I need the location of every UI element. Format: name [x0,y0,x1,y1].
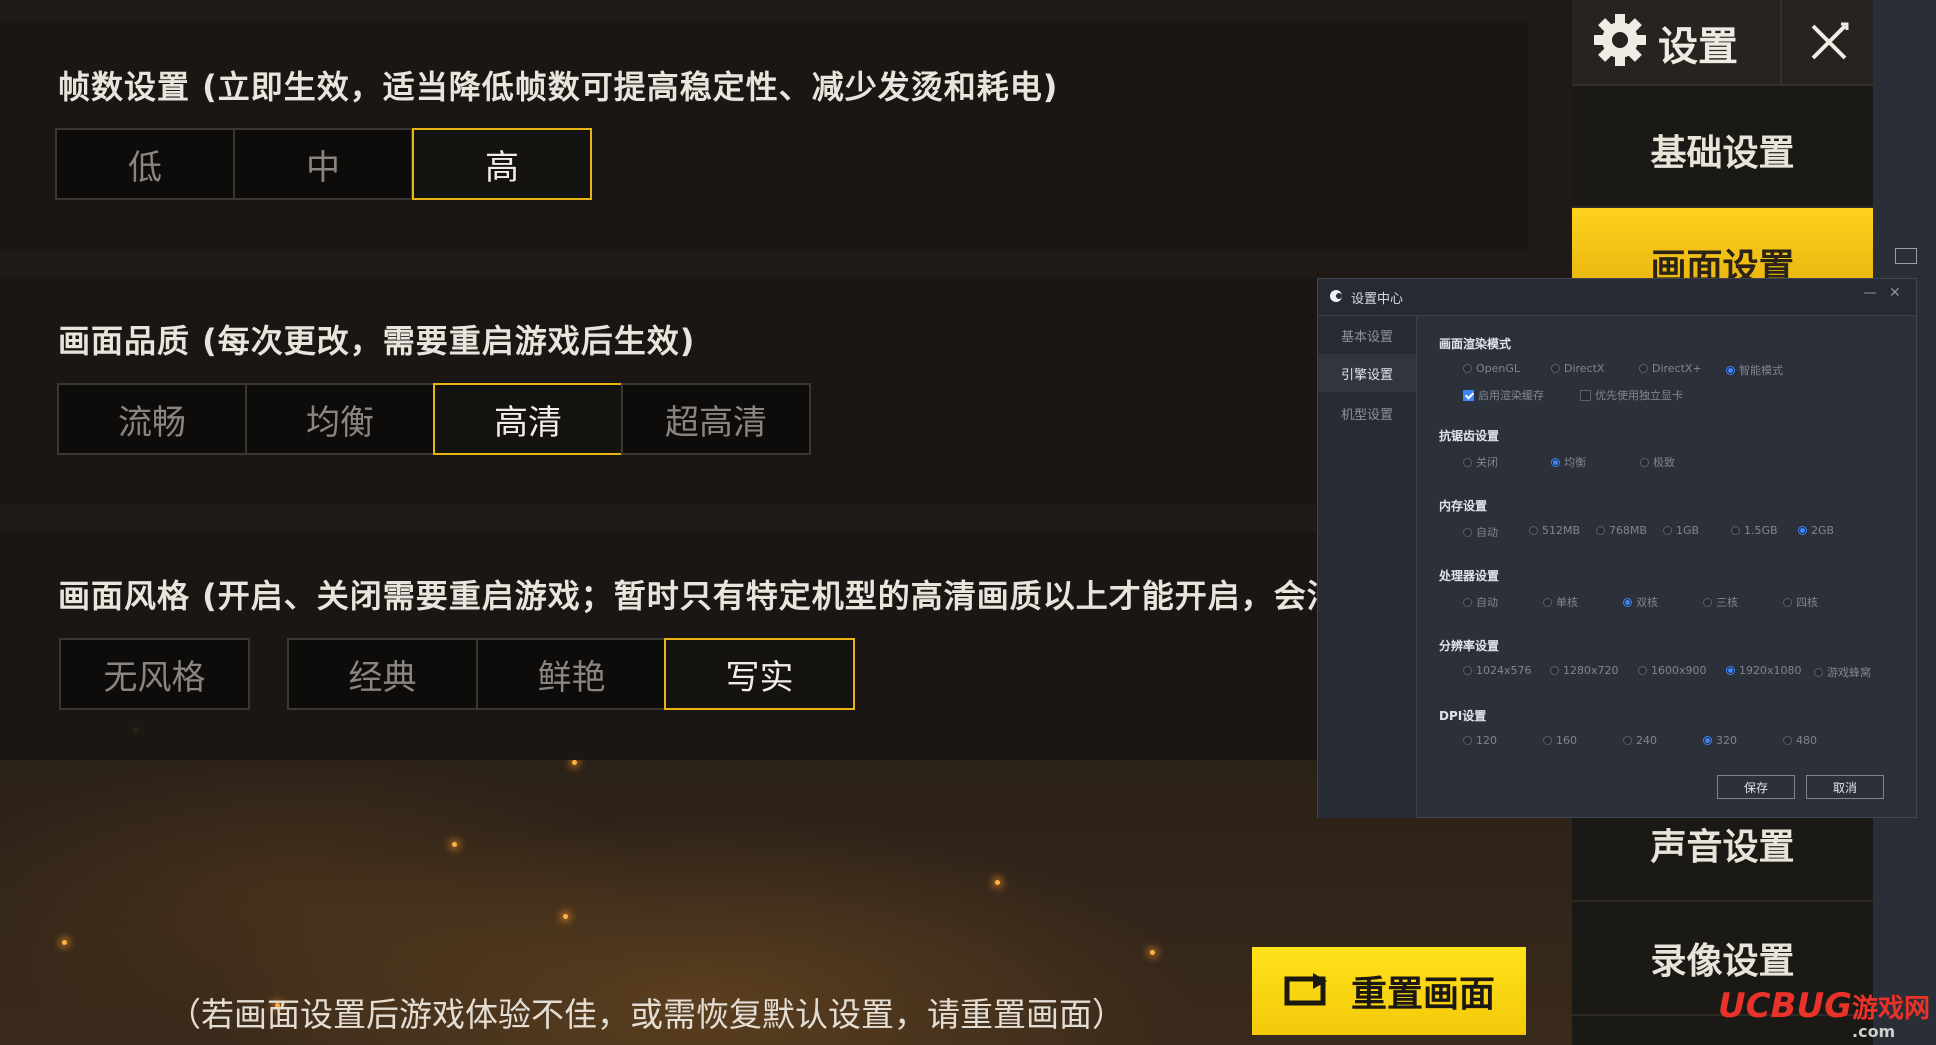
render-directxplus-radio[interactable]: DirectX+ [1639,362,1702,375]
gear-icon [1594,14,1646,66]
cancel-button[interactable]: 取消 [1806,775,1884,799]
reset-icon [1284,973,1327,1006]
save-button[interactable]: 保存 [1717,775,1795,799]
settings-title: 设置 [1658,24,1738,70]
render-smart-radio[interactable]: 智能模式 [1726,362,1783,378]
memory-1gb-radio[interactable]: 1GB [1663,524,1699,537]
dialog-title: 设置中心 [1351,292,1404,307]
quality-option-hd[interactable]: 高清 [433,383,623,455]
resolution-1280-radio[interactable]: 1280x720 [1550,664,1619,677]
memory-2gb-radio[interactable]: 2GB [1798,524,1834,537]
cpu-quad-radio[interactable]: 四核 [1783,594,1818,610]
memory-1-5gb-radio[interactable]: 1.5GB [1731,524,1778,537]
nav-item-device[interactable]: 机型设置 [1318,394,1416,432]
resolution-label: 分辨率设置 [1439,639,1500,653]
antialias-max-radio[interactable]: 极致 [1640,454,1675,470]
cpu-single-radio[interactable]: 单核 [1543,594,1578,610]
style-settings-title: 画面风格 (开启、关闭需要重启游戏；暂时只有特定机型的高清画质以上才能开启，会消 [58,577,1318,615]
nav-item-basic[interactable]: 基本设置 [1318,316,1416,354]
cpu-dual-radio[interactable]: 双核 [1623,594,1658,610]
dpi-480-radio[interactable]: 480 [1783,734,1817,747]
ember-particle [452,842,457,847]
reset-graphics-button[interactable]: 重置画面 [1252,947,1526,1035]
frame-option-medium[interactable]: 中 [233,128,413,200]
dpi-240-radio[interactable]: 240 [1623,734,1657,747]
render-cache-checkbox[interactable]: 启用渲染缓存 [1463,387,1544,403]
minimize-icon[interactable]: — [1863,285,1877,301]
antialias-label: 抗锯齿设置 [1439,429,1500,443]
watermark-logo: UCBUG游戏网 .com [1718,986,1931,1041]
dpi-label: DPI设置 [1439,709,1487,723]
reset-hint-text: （若画面设置后游戏体验不佳，或需恢复默认设置，请重置画面） [168,995,1125,1034]
resolution-1920-radio[interactable]: 1920x1080 [1726,664,1802,677]
close-settings-button[interactable] [1780,0,1875,84]
keyboard-icon[interactable] [1895,248,1917,264]
render-directx-radio[interactable]: DirectX [1551,362,1604,375]
settings-center-dialog: 设置中心 — ✕ 基本设置 引擎设置 机型设置 画面渲染模式 OpenGL Di… [1317,278,1917,818]
frame-option-high[interactable]: 高 [412,128,592,200]
nav-item-engine[interactable]: 引擎设置 [1318,354,1416,392]
resolution-game-radio[interactable]: 游戏蜂窝 [1814,664,1871,680]
ember-particle [572,760,577,765]
ember-particle [995,880,1000,885]
memory-768-radio[interactable]: 768MB [1596,524,1647,537]
dialog-nav: 基本设置 引擎设置 机型设置 [1318,316,1417,818]
dpi-320-radio[interactable]: 320 [1703,734,1737,747]
frame-settings-title: 帧数设置 (立即生效，适当降低帧数可提高稳定性、减少发烫和耗电) [58,68,1059,106]
memory-label: 内存设置 [1439,499,1488,513]
antialias-off-radio[interactable]: 关闭 [1463,454,1498,470]
antialias-balanced-radio[interactable]: 均衡 [1551,454,1586,470]
ember-particle [1150,950,1155,955]
dpi-160-radio[interactable]: 160 [1543,734,1577,747]
ember-particle [563,914,568,919]
style-option-vivid[interactable]: 鲜艳 [476,638,667,710]
cpu-label: 处理器设置 [1439,569,1500,583]
quality-option-balanced[interactable]: 均衡 [245,383,435,455]
quality-option-smooth[interactable]: 流畅 [57,383,247,455]
render-mode-label: 画面渲染模式 [1439,337,1512,351]
resolution-1024-radio[interactable]: 1024x576 [1463,664,1532,677]
quality-option-uhd[interactable]: 超高清 [621,383,811,455]
close-icon[interactable]: ✕ [1889,285,1901,301]
memory-512-radio[interactable]: 512MB [1529,524,1580,537]
style-option-classic[interactable]: 经典 [287,638,478,710]
cpu-triple-radio[interactable]: 三核 [1703,594,1738,610]
dpi-120-radio[interactable]: 120 [1463,734,1497,747]
style-option-none[interactable]: 无风格 [59,638,250,710]
style-option-realistic[interactable]: 写实 [664,638,855,710]
sidebar-item-basic[interactable]: 基础设置 [1572,94,1873,208]
dedicated-gpu-checkbox[interactable]: 优先使用独立显卡 [1580,387,1683,403]
memory-auto-radio[interactable]: 自动 [1463,524,1498,540]
quality-settings-title: 画面品质 (每次更改，需要重启游戏后生效) [58,322,696,360]
resolution-1600-radio[interactable]: 1600x900 [1638,664,1707,677]
render-opengl-radio[interactable]: OpenGL [1463,362,1520,375]
settings-header: 设置 [1572,0,1873,86]
close-icon [1811,22,1848,60]
frame-option-low[interactable]: 低 [55,128,235,200]
cpu-auto-radio[interactable]: 自动 [1463,594,1498,610]
app-logo-icon [1330,290,1342,302]
reset-graphics-label: 重置画面 [1350,974,1495,1015]
dialog-titlebar: 设置中心 — ✕ [1318,279,1916,316]
ember-particle [62,940,67,945]
